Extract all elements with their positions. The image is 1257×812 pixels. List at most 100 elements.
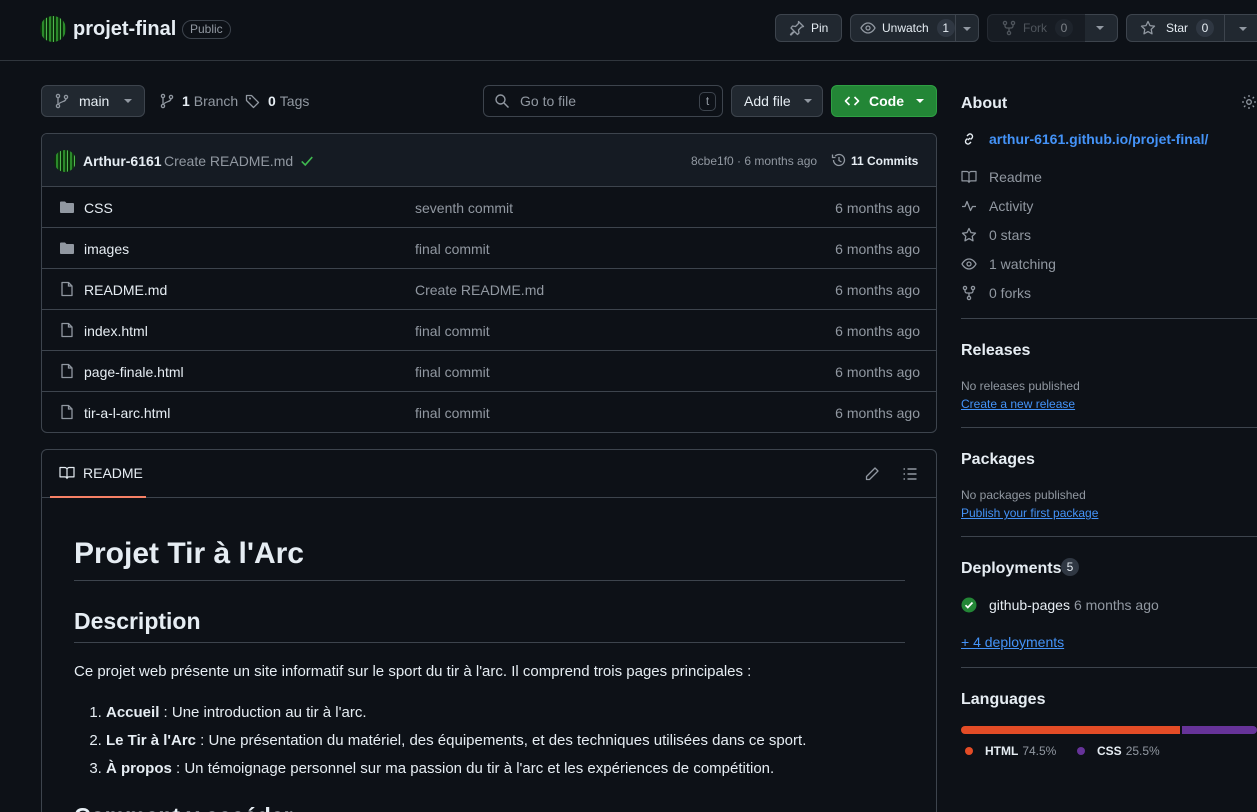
releases-title[interactable]: Releases: [961, 342, 1030, 360]
link-icon: [964, 133, 974, 145]
branches-link[interactable]: 1 Branch: [159, 93, 238, 109]
pencil-icon[interactable]: [864, 466, 880, 482]
file-name[interactable]: CSS: [84, 200, 113, 216]
code-button[interactable]: Code: [831, 85, 937, 117]
star-button[interactable]: Star 0: [1126, 14, 1257, 42]
divider: [961, 667, 1257, 668]
repo-name[interactable]: projet-final: [73, 18, 176, 41]
create-release-link[interactable]: Create a new release: [961, 397, 1075, 411]
visibility-badge: Public: [182, 20, 231, 39]
deployments-count: 5: [1061, 558, 1079, 576]
branch-icon: [160, 93, 174, 109]
file-commit-message[interactable]: final commit: [415, 323, 490, 339]
commit-hash-time[interactable]: 8cbe1f0 · 6 months ago: [691, 154, 817, 168]
file-commit-message[interactable]: seventh commit: [415, 200, 513, 216]
watching-link[interactable]: 1 watching: [961, 256, 1056, 272]
chevron-down-icon: [1096, 26, 1104, 30]
owner-avatar[interactable]: [40, 16, 66, 42]
deployments-title[interactable]: Deployments: [961, 560, 1061, 578]
forks-link[interactable]: 0 forks: [961, 285, 1031, 301]
file-row[interactable]: images final commit 6 months ago: [42, 228, 936, 269]
stars-label: 0 stars: [989, 227, 1032, 243]
tag-icon: [245, 94, 260, 109]
activity-link[interactable]: Activity: [961, 198, 1033, 214]
eye-icon: [860, 22, 876, 34]
file-name[interactable]: index.html: [84, 323, 148, 339]
code-label: Code: [869, 93, 904, 109]
file-row[interactable]: README.md Create README.md 6 months ago: [42, 269, 936, 310]
file-row[interactable]: tir-a-l-arc.html final commit 6 months a…: [42, 392, 936, 432]
folder-icon: [60, 242, 74, 254]
history-icon: [831, 153, 846, 167]
pin-button[interactable]: Pin: [775, 14, 842, 42]
add-file-label: Add file: [744, 93, 791, 109]
file-date: 6 months ago: [835, 323, 920, 339]
pin-label: Pin: [811, 21, 829, 35]
gear-icon[interactable]: [1241, 94, 1257, 110]
fork-icon: [1002, 20, 1016, 36]
check-circle-icon: [961, 597, 977, 613]
deployment-item[interactable]: github-pages 6 months ago: [961, 597, 1159, 613]
author-avatar[interactable]: [54, 150, 76, 172]
publish-package-link[interactable]: Publish your first package: [961, 506, 1098, 520]
file-icon: [61, 322, 73, 338]
file-name[interactable]: page-finale.html: [84, 364, 184, 380]
language-css[interactable]: CSS 25.5%: [1077, 744, 1160, 758]
tab-readme[interactable]: README: [50, 450, 146, 498]
file-name[interactable]: README.md: [84, 282, 167, 298]
star-label: Star: [1166, 21, 1189, 35]
file-name[interactable]: tir-a-l-arc.html: [84, 405, 170, 421]
commits-link[interactable]: 11 Commits: [851, 154, 918, 168]
website-link[interactable]: arthur-6161.github.io/projet-final/: [961, 131, 1208, 147]
readme-content: Projet Tir à l'Arc Description Ce projet…: [74, 498, 905, 812]
book-icon: [961, 170, 977, 184]
activity-label: Activity: [989, 198, 1034, 214]
commit-message[interactable]: Create README.md: [164, 153, 293, 169]
more-deployments-link[interactable]: + 4 deployments: [961, 634, 1064, 650]
file-commit-message[interactable]: final commit: [415, 364, 490, 380]
pin-icon: [789, 20, 805, 36]
commit-author[interactable]: Arthur-6161: [83, 153, 162, 169]
readme-link-label: Readme: [989, 169, 1042, 185]
fork-icon: [962, 285, 976, 301]
language-html[interactable]: HTML 74.5%: [965, 744, 1056, 758]
readme-link[interactable]: Readme: [961, 169, 1042, 185]
chevron-down-icon: [803, 99, 812, 103]
outline-icon[interactable]: [902, 466, 918, 482]
stars-link[interactable]: 0 stars: [961, 227, 1031, 243]
check-icon[interactable]: [300, 154, 314, 168]
file-commit-message[interactable]: final commit: [415, 241, 490, 257]
file-row[interactable]: index.html final commit 6 months ago: [42, 310, 936, 351]
file-date: 6 months ago: [835, 200, 920, 216]
language-percent: 25.5%: [1125, 744, 1160, 758]
folder-icon: [60, 201, 74, 213]
language-bar: [961, 726, 1257, 734]
tags-link[interactable]: 0 Tags: [245, 93, 309, 109]
divider: [961, 536, 1257, 537]
chevron-down-icon[interactable]: [962, 24, 972, 34]
forks-label: 0 forks: [989, 285, 1032, 301]
go-to-file-input[interactable]: Go to file t: [483, 85, 723, 117]
file-row[interactable]: CSS seventh commit 6 months ago: [42, 187, 936, 228]
fork-dropdown[interactable]: [1085, 14, 1118, 42]
tag-label: Tags: [279, 93, 310, 109]
readme-next-heading: Comment y accéder: [74, 803, 905, 812]
add-file-button[interactable]: Add file: [731, 85, 823, 117]
file-commit-message[interactable]: Create README.md: [415, 282, 544, 298]
branch-select[interactable]: main: [41, 85, 145, 117]
list-item: À propos : Un témoignage personnel sur m…: [106, 755, 905, 783]
readme-tab-label: README: [83, 465, 143, 481]
latest-commit-bar: Arthur-6161 Create README.md 8cbe1f0 · 6…: [42, 134, 936, 187]
packages-title[interactable]: Packages: [961, 451, 1035, 469]
tag-count: 0: [268, 93, 276, 109]
go-to-file-placeholder: Go to file: [520, 93, 577, 109]
watch-count: 1: [936, 19, 955, 37]
unwatch-button[interactable]: Unwatch 1: [850, 14, 979, 42]
branch-name: main: [79, 93, 110, 109]
shortcut-key: t: [699, 92, 716, 111]
file-row[interactable]: page-finale.html final commit 6 months a…: [42, 351, 936, 392]
book-icon: [59, 466, 75, 480]
chevron-down-icon[interactable]: [1238, 24, 1248, 34]
file-commit-message[interactable]: final commit: [415, 405, 490, 421]
file-name[interactable]: images: [84, 241, 129, 257]
